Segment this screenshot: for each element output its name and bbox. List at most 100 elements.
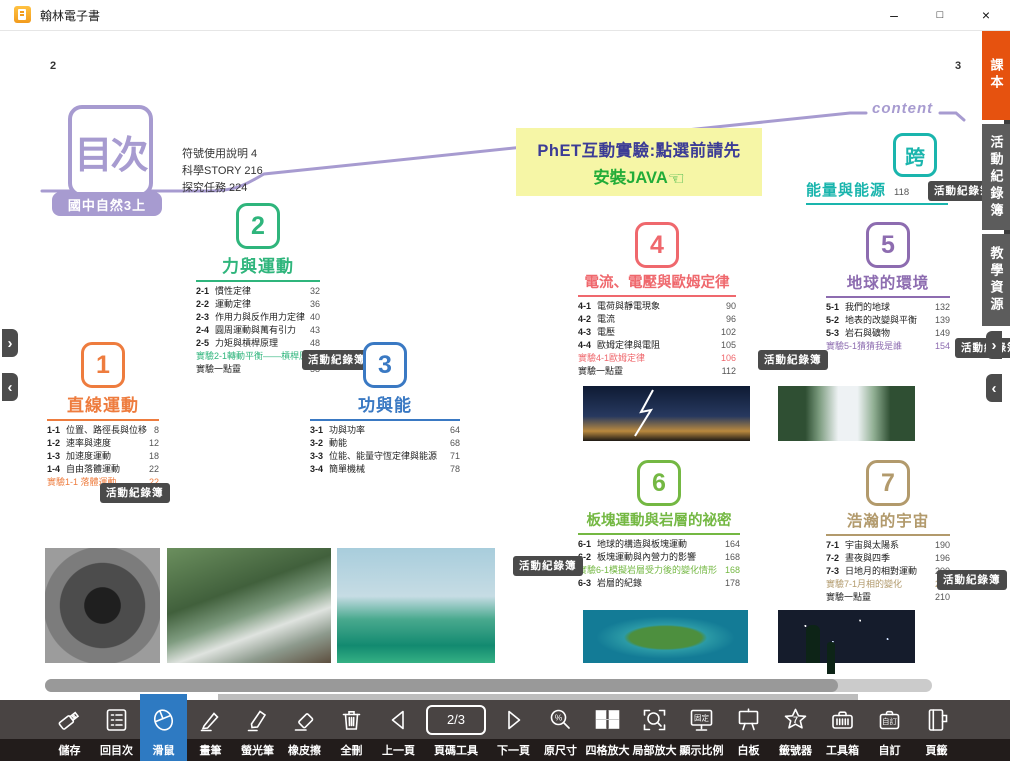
horizontal-scrollbar	[45, 679, 932, 692]
toc-item[interactable]: 4-1電荷與靜電現象90	[578, 300, 736, 313]
tool-pencil[interactable]: 畫筆	[187, 700, 234, 761]
page-indicator-box[interactable]: 2/3	[426, 705, 486, 735]
front-matter-item[interactable]: 探究任務 224	[182, 180, 263, 197]
activity-notebook-badge[interactable]: 活動紀錄簿	[758, 350, 828, 370]
toc-item[interactable]: 5-2地表的改變與平衡139	[826, 314, 950, 327]
tab-textbook[interactable]: 課本	[982, 30, 1010, 120]
maximize-button[interactable]: □	[918, 0, 962, 30]
tool-eraser[interactable]: 橡皮擦	[281, 700, 328, 761]
left-panel-next-arrow[interactable]: ›	[2, 329, 18, 357]
toc-item[interactable]: 實驗一點靈112	[578, 365, 736, 378]
tool-trash[interactable]: 全刪	[328, 700, 375, 761]
tool-label: 螢光筆	[241, 739, 274, 761]
chapter-6-items: 6-1地球的構造與板塊運動1646-2板塊運動與內營力的影響168實驗6-1模擬…	[578, 538, 740, 590]
bottom-toolbar: 儲存回目次滑鼠畫筆螢光筆橡皮擦全刪上一頁2/3頁碼工具下一頁%原尺寸四格放大局部…	[0, 700, 1010, 761]
activity-notebook-badge[interactable]: 活動紀錄簿	[100, 483, 170, 503]
toc-item[interactable]: 2-3作用力與反作用力定律40	[196, 311, 320, 324]
chapter-1-title[interactable]: 直線運動	[47, 391, 159, 416]
toc-item-code: 7-1	[826, 539, 845, 552]
toc-item[interactable]: 實驗6-1模擬岩層受力後的變化情形168	[578, 564, 740, 577]
tool-custom-case[interactable]: 自訂自訂	[866, 700, 913, 761]
chapter-6-title[interactable]: 板塊運動與岩層的祕密	[578, 509, 740, 530]
toc-item[interactable]: 3-2動能68	[310, 437, 460, 450]
tool-label: 局部放大	[633, 739, 677, 761]
cross-unit-title[interactable]: 能量與能源	[806, 182, 886, 199]
pencil-icon	[197, 700, 224, 739]
tool-star-number[interactable]: 7籤號器	[772, 700, 819, 761]
toc-item[interactable]: 2-5力矩與槓桿原理48	[196, 337, 320, 350]
toc-item-page: 178	[721, 577, 740, 590]
highlighter-icon	[244, 700, 271, 739]
toc-item[interactable]: 3-1功與功率64	[310, 424, 460, 437]
toc-item[interactable]: 2-2運動定律36	[196, 298, 320, 311]
front-matter-item[interactable]: 符號使用說明 4	[182, 146, 263, 163]
toc-item-page: 210	[931, 591, 950, 604]
left-panel-prev-arrow[interactable]: ‹	[2, 373, 18, 401]
chapter-4-title[interactable]: 電流、電壓與歐姆定律	[578, 271, 736, 292]
scrollbar-thumb[interactable]	[45, 679, 838, 692]
toc-item[interactable]: 7-2晝夜與四季196	[826, 552, 950, 565]
tool-toc-list[interactable]: 回目次	[93, 700, 140, 761]
tool-usb[interactable]: 儲存	[46, 700, 93, 761]
front-matter-item[interactable]: 科學STORY 216	[182, 163, 263, 180]
chapter-2-title[interactable]: 力與運動	[196, 252, 320, 277]
toc-item-name: 自由落體運動	[66, 463, 120, 476]
toc-item[interactable]: 實驗5-1猜猜我是誰154	[826, 340, 950, 353]
toc-item[interactable]: 1-2速率與速度12	[47, 437, 159, 450]
island-aerial-photo	[583, 610, 748, 663]
right-panel-prev-arrow[interactable]: ‹	[986, 374, 1002, 402]
tool-page-tab[interactable]: 頁籤	[913, 700, 960, 761]
toc-item-name: 電流	[597, 313, 615, 326]
toc-item[interactable]: 2-4圓周運動與萬有引力43	[196, 324, 320, 337]
tool-highlighter[interactable]: 螢光筆	[234, 700, 281, 761]
activity-notebook-badge[interactable]: 活動紀錄簿	[937, 570, 1007, 590]
tool-mouse[interactable]: 滑鼠	[140, 694, 187, 761]
tool-label: 全刪	[341, 739, 363, 761]
chapter-7-number-icon: 7	[866, 460, 910, 506]
tool-next-triangle[interactable]: 下一頁	[490, 700, 537, 761]
toc-item[interactable]: 4-4歐姆定律與電阻105	[578, 339, 736, 352]
toc-item-name: 岩石與礦物	[845, 327, 890, 340]
toc-item[interactable]: 5-1我們的地球132	[826, 301, 950, 314]
close-button[interactable]: ×	[964, 0, 1008, 30]
tool-monitor-fixed[interactable]: 固定顯示比例	[678, 700, 725, 761]
toc-item[interactable]: 實驗7-1月相的變化201	[826, 578, 950, 591]
toc-item-code: 3-2	[310, 437, 329, 450]
toc-item[interactable]: 1-4自由落體運動22	[47, 463, 159, 476]
chapter-5-title[interactable]: 地球的環境	[826, 271, 950, 293]
tool-area-zoom[interactable]: 局部放大	[631, 700, 678, 761]
tool-whiteboard[interactable]: 白板	[725, 700, 772, 761]
chapter-3-title[interactable]: 功與能	[310, 391, 460, 416]
right-panel-next-arrow[interactable]: ›	[986, 331, 1002, 359]
tool-four-pane[interactable]: 四格放大	[584, 700, 631, 761]
tool-page-indicator-box[interactable]: 2/3頁碼工具	[422, 700, 490, 761]
toc-item[interactable]: 4-2電流96	[578, 313, 736, 326]
tab-activity-notebook[interactable]: 活動紀錄簿	[982, 124, 1010, 230]
toc-item[interactable]: 4-3電壓102	[578, 326, 736, 339]
toc-item[interactable]: 實驗4-1歐姆定律106	[578, 352, 736, 365]
toc-item-name: 實驗一點靈	[196, 363, 241, 376]
tool-prev-triangle[interactable]: 上一頁	[375, 700, 422, 761]
toc-item[interactable]: 7-3日地月的相對運動200	[826, 565, 950, 578]
minimize-button[interactable]: –	[872, 0, 916, 30]
activity-notebook-badge[interactable]: 活動紀錄簿	[513, 556, 583, 576]
toc-item[interactable]: 3-4簡單機械78	[310, 463, 460, 476]
toc-item[interactable]: 6-1地球的構造與板塊運動164	[578, 538, 740, 551]
toc-item[interactable]: 1-3加速度運動18	[47, 450, 159, 463]
cross-unit-row[interactable]: 能量與能源118	[806, 179, 948, 205]
toc-item[interactable]: 2-1慣性定律32	[196, 285, 320, 298]
toc-item-name: 板塊運動與內營力的影響	[597, 551, 696, 564]
toc-item[interactable]: 6-2板塊運動與內營力的影響168	[578, 551, 740, 564]
chapter-7-title[interactable]: 浩瀚的宇宙	[826, 509, 950, 531]
toc-item[interactable]: 3-3位能、能量守恆定律與能源71	[310, 450, 460, 463]
tool-zoom-percent[interactable]: %原尺寸	[537, 700, 584, 761]
toc-item[interactable]: 5-3岩石與礦物149	[826, 327, 950, 340]
toc-item[interactable]: 6-3岩層的紀錄178	[578, 577, 740, 590]
tool-toolbox[interactable]: 工具箱	[819, 700, 866, 761]
toc-item-name: 力矩與槓桿原理	[215, 337, 278, 350]
tab-teaching-resources[interactable]: 教學資源	[982, 234, 1010, 326]
toc-item[interactable]: 1-1位置、路徑長與位移8	[47, 424, 159, 437]
toc-item[interactable]: 7-1宇宙與太陽系190	[826, 539, 950, 552]
toc-item-code: 6-1	[578, 538, 597, 551]
toc-item[interactable]: 實驗一點靈210	[826, 591, 950, 604]
